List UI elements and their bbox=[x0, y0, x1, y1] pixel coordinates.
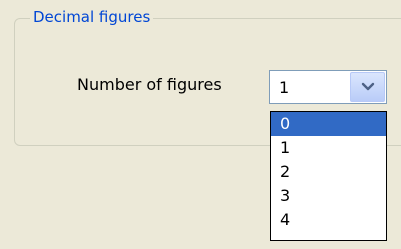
groupbox-title: Decimal figures bbox=[30, 7, 154, 27]
dropdown-option-4[interactable]: 4 bbox=[271, 208, 386, 232]
selected-value: 1 bbox=[279, 78, 290, 97]
dropdown-option-1[interactable]: 1 bbox=[271, 136, 386, 160]
number-of-figures-label: Number of figures bbox=[77, 75, 222, 94]
dropdown-option-3[interactable]: 3 bbox=[271, 184, 386, 208]
number-of-figures-select[interactable]: 1 bbox=[269, 70, 387, 104]
chevron-down-icon bbox=[361, 82, 375, 91]
dropdown-option-0[interactable]: 0 bbox=[271, 112, 386, 136]
dropdown-list[interactable]: 0 1 2 3 4 bbox=[270, 111, 387, 241]
dropdown-toggle-button[interactable] bbox=[350, 72, 385, 102]
dropdown-option-2[interactable]: 2 bbox=[271, 160, 386, 184]
